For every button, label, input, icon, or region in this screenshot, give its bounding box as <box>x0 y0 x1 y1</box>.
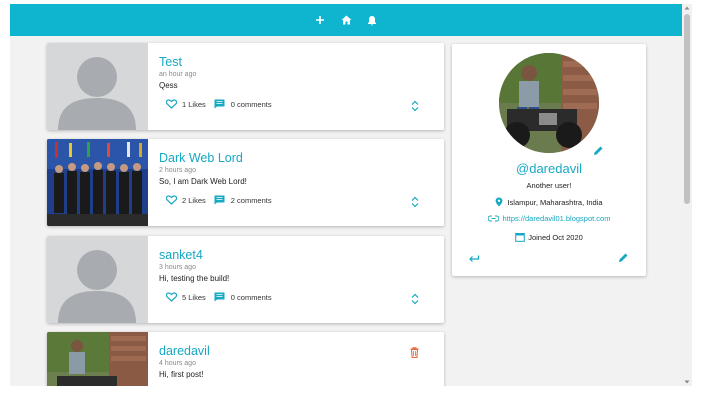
website-link[interactable]: https://daredavil01.blogspot.com <box>503 214 611 223</box>
post-actions: 5 Likes 0 comments <box>165 291 280 303</box>
location-text: Islampur, Maharashtra, India <box>507 197 603 207</box>
post-text: So, I am Dark Web Lord! <box>159 177 247 186</box>
post-body: daredavil 4 hours ago Hi, first post! <box>159 344 444 379</box>
post-card: sanket4 3 hours ago Hi, testing the buil… <box>47 236 444 323</box>
comment-icon[interactable] <box>214 98 226 110</box>
profile-avatar <box>499 53 599 153</box>
post-username[interactable]: sanket4 <box>159 248 444 262</box>
profile-website[interactable]: https://daredavil01.blogspot.com <box>452 214 646 223</box>
likes-count: 5 Likes <box>182 292 206 302</box>
logout-icon[interactable] <box>468 251 480 262</box>
post-body: sanket4 3 hours ago Hi, testing the buil… <box>159 248 444 283</box>
expand-icon[interactable] <box>410 99 420 112</box>
post-card: daredavil 4 hours ago Hi, first post! <box>47 332 444 386</box>
calendar-icon <box>515 233 525 242</box>
comments-count[interactable]: 0 comments <box>231 293 272 302</box>
post-photo[interactable] <box>47 139 148 226</box>
post-username[interactable]: daredavil <box>159 344 444 358</box>
app-viewport: Test an hour ago Qess 1 Likes 0 comments <box>10 4 682 386</box>
post-avatar[interactable] <box>47 236 148 323</box>
post-actions: 1 Likes 0 comments <box>165 98 280 110</box>
delete-icon[interactable] <box>410 345 420 359</box>
comments-count[interactable]: 2 comments <box>231 196 272 205</box>
post-avatar[interactable] <box>47 43 148 130</box>
heart-icon[interactable] <box>165 98 177 110</box>
plus-icon[interactable] <box>314 14 326 26</box>
edit-avatar-icon[interactable] <box>593 143 604 155</box>
joined-text: Joined Oct 2020 <box>528 232 583 242</box>
link-icon <box>487 215 499 222</box>
scroll-up-icon[interactable] <box>684 5 690 11</box>
heart-icon[interactable] <box>165 291 177 303</box>
expand-icon[interactable] <box>410 195 420 208</box>
comment-icon[interactable] <box>214 194 226 206</box>
scrollbar[interactable] <box>682 4 692 386</box>
home-icon[interactable] <box>340 14 352 26</box>
post-time: 3 hours ago <box>159 264 196 271</box>
profile-handle: @daredavil <box>516 161 582 176</box>
location-pin-icon <box>496 197 503 207</box>
post-text: Qess <box>159 81 178 90</box>
heart-icon[interactable] <box>165 194 177 206</box>
bell-icon[interactable] <box>366 14 378 26</box>
scrollbar-thumb[interactable] <box>684 14 690 204</box>
likes-count: 1 Likes <box>182 99 206 109</box>
profile-bio: Another user! <box>526 181 572 190</box>
post-card: Test an hour ago Qess 1 Likes 0 comments <box>47 43 444 130</box>
post-body: Dark Web Lord 2 hours ago So, I am Dark … <box>159 151 444 186</box>
post-username[interactable]: Dark Web Lord <box>159 151 444 165</box>
post-actions: 2 Likes 2 comments <box>165 194 280 206</box>
profile-joined: Joined Oct 2020 <box>452 232 646 242</box>
edit-profile-icon[interactable] <box>618 250 629 262</box>
post-photo[interactable] <box>47 332 148 386</box>
top-app-bar <box>10 4 682 36</box>
likes-count: 2 Likes <box>182 195 206 205</box>
post-time: 4 hours ago <box>159 360 196 367</box>
scroll-down-icon[interactable] <box>684 379 690 385</box>
comments-count[interactable]: 0 comments <box>231 100 272 109</box>
comment-icon[interactable] <box>214 291 226 303</box>
expand-icon[interactable] <box>410 292 420 305</box>
post-body: Test an hour ago Qess <box>159 55 444 90</box>
post-username[interactable]: Test <box>159 55 444 69</box>
post-card: Dark Web Lord 2 hours ago So, I am Dark … <box>47 139 444 226</box>
post-time: 2 hours ago <box>159 167 196 174</box>
profile-card: @daredavil Another user! Islampur, Mahar… <box>452 44 646 276</box>
post-text: Hi, first post! <box>159 370 204 379</box>
profile-location: Islampur, Maharashtra, India <box>452 197 646 207</box>
post-time: an hour ago <box>159 71 197 78</box>
post-text: Hi, testing the build! <box>159 274 230 283</box>
